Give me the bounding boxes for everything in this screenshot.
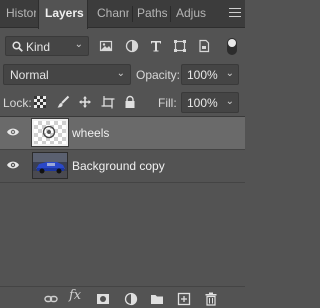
opacity-value: 100% <box>187 68 218 82</box>
layer-filter-row: Kind ⌄ <box>0 36 245 56</box>
tab-channels[interactable]: Chann <box>97 0 129 28</box>
chevron-down-icon: ⌄ <box>74 39 83 50</box>
filter-toggle[interactable] <box>227 38 237 55</box>
folder-icon[interactable] <box>150 292 164 306</box>
tab-divider <box>132 6 133 22</box>
blend-mode-select[interactable]: Normal ⌄ <box>3 64 131 85</box>
tab-adjustments[interactable]: Adjus <box>176 0 210 28</box>
car-thumbnail-icon <box>33 153 67 178</box>
layer-thumbnail <box>31 118 69 147</box>
tab-divider <box>170 6 171 22</box>
lock-position-icon[interactable] <box>78 95 92 109</box>
lock-label: Lock: <box>3 96 32 110</box>
blend-mode-value: Normal <box>10 68 49 82</box>
visibility-eye-icon[interactable] <box>6 127 20 137</box>
fx-icon[interactable]: fx <box>69 288 81 303</box>
lock-image-icon[interactable] <box>56 95 70 109</box>
layer-row-wheels[interactable]: wheels <box>0 117 245 149</box>
new-layer-icon[interactable] <box>177 292 191 306</box>
layers-bottom-toolbar: fx <box>0 286 245 308</box>
opacity-label: Opacity: <box>136 68 181 82</box>
shape-filter-icon[interactable] <box>172 38 188 54</box>
layer-name[interactable]: Background copy <box>72 159 165 173</box>
lock-fill-row: Lock: Fill: 100% ⌄ <box>0 92 245 114</box>
adjustment-icon[interactable] <box>124 292 138 306</box>
chevron-down-icon: ⌄ <box>225 68 234 79</box>
visibility-eye-icon[interactable] <box>6 160 20 170</box>
wheel-thumbnail-icon <box>42 125 56 139</box>
chevron-down-icon: ⌄ <box>225 96 234 107</box>
filter-kind-select[interactable]: Kind ⌄ <box>5 36 89 56</box>
smart-object-filter-icon[interactable] <box>196 38 212 54</box>
lock-artboard-icon[interactable] <box>101 95 115 109</box>
image-filter-icon[interactable] <box>98 38 114 54</box>
fill-value: 100% <box>187 96 218 110</box>
chevron-down-icon: ⌄ <box>116 68 125 79</box>
lock-all-icon[interactable] <box>123 95 137 109</box>
adjustment-filter-icon[interactable] <box>124 38 140 54</box>
fill-field[interactable]: 100% ⌄ <box>181 92 239 113</box>
trash-icon[interactable] <box>204 292 218 306</box>
lock-transparent-icon[interactable] <box>33 95 47 109</box>
tab-paths[interactable]: Paths <box>137 0 167 28</box>
fill-label: Fill: <box>158 96 177 110</box>
divider <box>0 182 245 183</box>
link-icon[interactable] <box>44 292 58 306</box>
layer-name[interactable]: wheels <box>72 126 109 140</box>
panel-menu-icon[interactable] <box>229 8 241 20</box>
filter-kind-label: Kind <box>26 40 51 54</box>
panel-tab-bar: Histor Layers Chann Paths Adjus <box>0 0 245 29</box>
layer-thumbnail <box>32 152 68 179</box>
blend-opacity-row: Normal ⌄ Opacity: 100% ⌄ <box>0 64 245 86</box>
tab-history[interactable]: Histor <box>6 0 36 28</box>
layer-row-background-copy[interactable]: Background copy <box>0 150 245 182</box>
mask-icon[interactable] <box>96 292 110 306</box>
opacity-field[interactable]: 100% ⌄ <box>181 64 239 85</box>
search-icon <box>12 41 23 52</box>
type-filter-icon[interactable] <box>148 38 164 54</box>
tab-layers[interactable]: Layers <box>38 0 88 29</box>
